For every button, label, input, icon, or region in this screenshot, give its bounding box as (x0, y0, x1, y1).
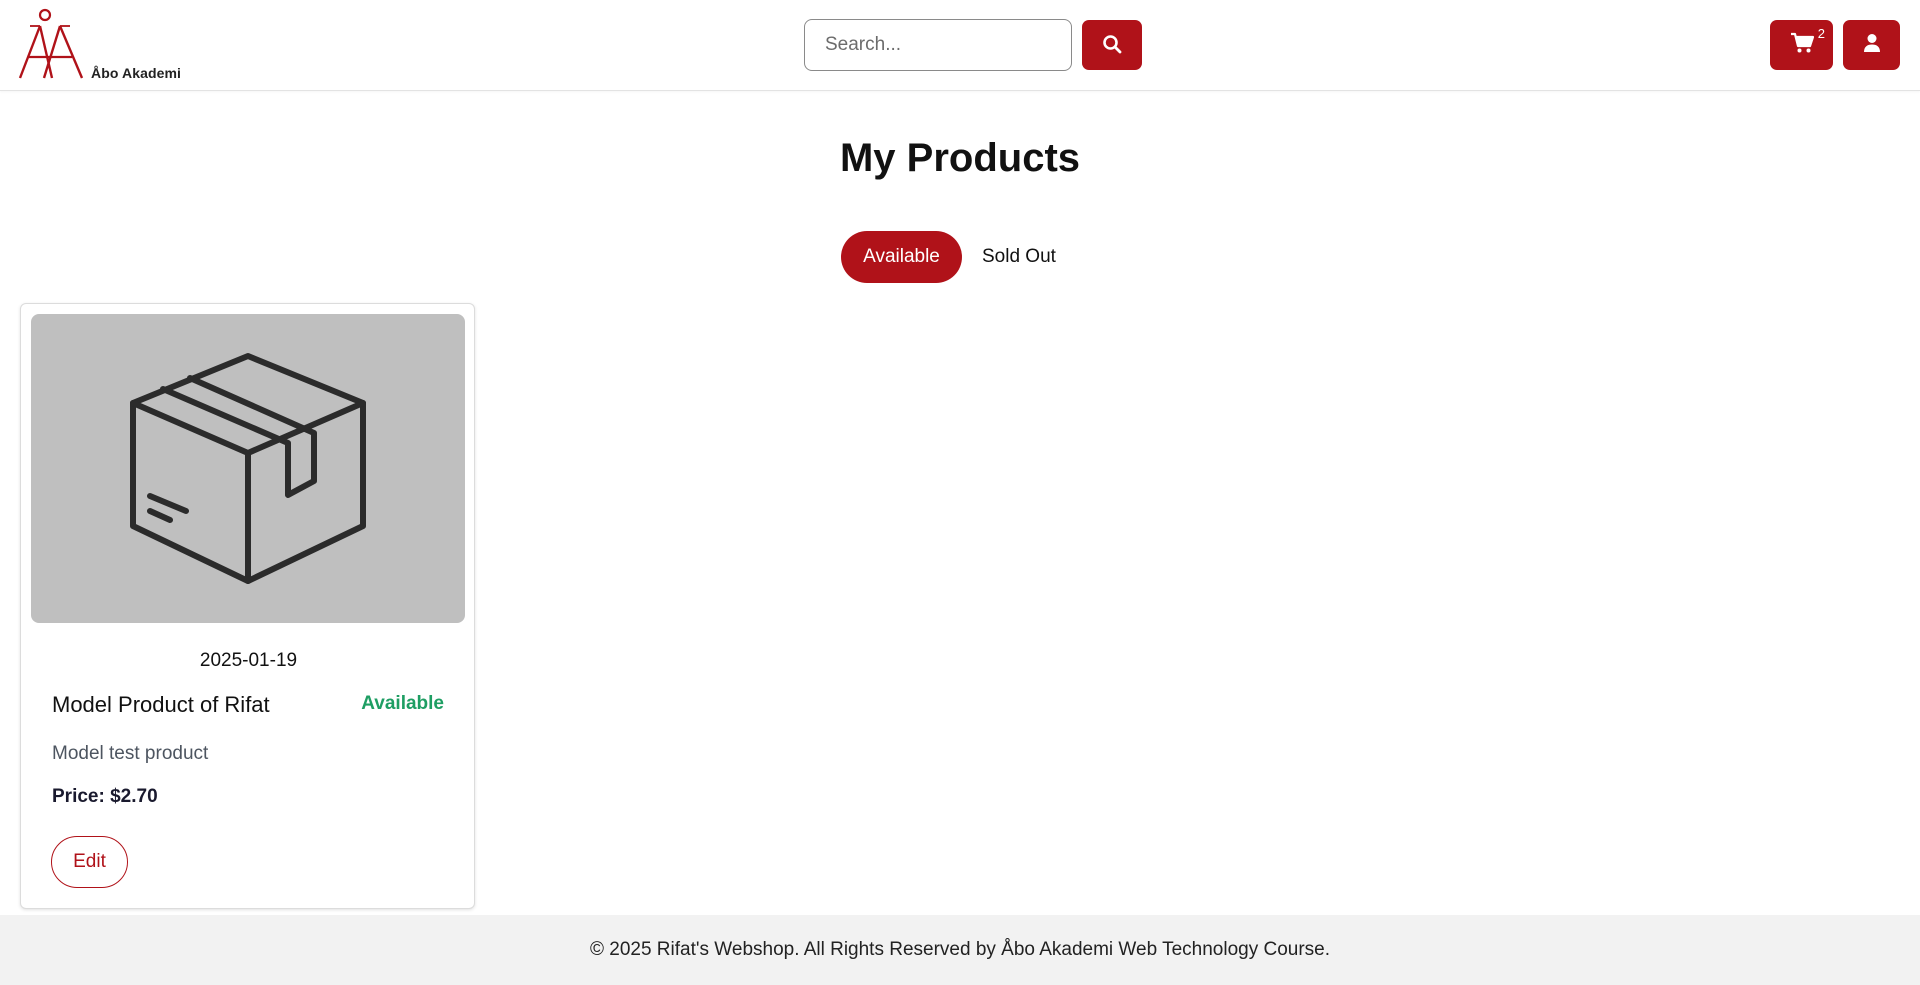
cart-icon (1790, 32, 1814, 59)
search-input[interactable] (804, 19, 1072, 71)
edit-product-button[interactable]: Edit (51, 836, 128, 888)
page-footer: © 2025 Rifat's Webshop. All Rights Reser… (0, 915, 1920, 985)
cart-button[interactable]: 2 (1770, 20, 1833, 70)
product-price: Price: $2.70 (52, 786, 158, 807)
product-status-badge: Available (361, 693, 444, 714)
logo-mark-icon (18, 8, 84, 79)
product-date: 2025-01-19 (199, 650, 298, 671)
page-title: My Products (839, 136, 1081, 180)
search-button[interactable] (1082, 20, 1142, 70)
user-account-button[interactable] (1843, 20, 1900, 70)
product-name: Model Product of Rifat (52, 692, 270, 717)
logo-text: Åbo Akademi (91, 65, 182, 81)
search-icon (1102, 34, 1122, 57)
abo-akademi-logo[interactable]: Åbo Akademi (18, 8, 188, 84)
box-icon (128, 341, 368, 596)
top-navbar: Åbo Akademi 2 (0, 0, 1920, 91)
product-description: Model test product (52, 743, 209, 764)
footer-copyright: © 2025 Rifat's Webshop. All Rights Reser… (589, 939, 1331, 960)
tab-available[interactable]: Available (841, 231, 962, 283)
user-icon (1863, 33, 1881, 58)
cart-count-badge: 2 (1817, 26, 1825, 41)
product-image-placeholder (31, 314, 465, 623)
product-card: 2025-01-19 Model Product of Rifat Availa… (20, 303, 475, 909)
tab-sold-out[interactable]: Sold Out (982, 231, 1082, 283)
